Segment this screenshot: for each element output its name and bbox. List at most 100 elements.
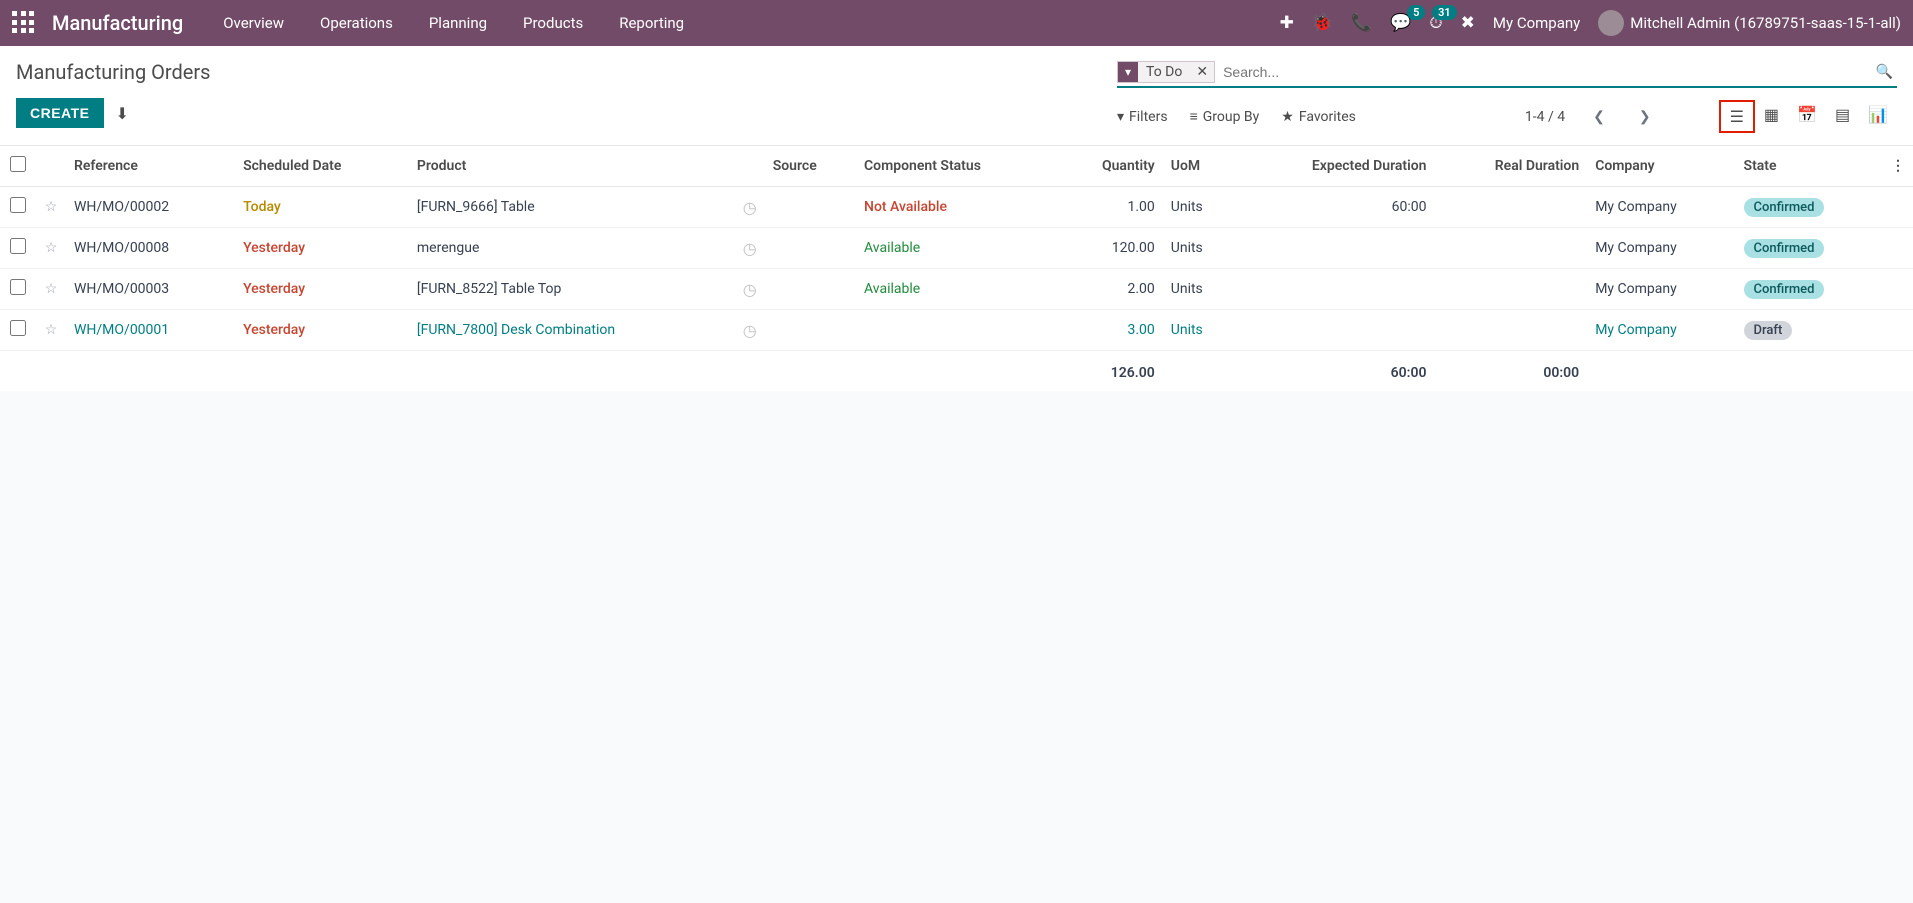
cell-expected [1236,310,1435,351]
chat-badge: 5 [1407,5,1425,20]
view-calendar-icon[interactable]: 📅 [1788,100,1826,133]
col-company[interactable]: Company [1587,146,1735,187]
table-row[interactable]: ☆WH/MO/00003Yesterday[FURN_8522] Table T… [0,269,1913,310]
col-real[interactable]: Real Duration [1434,146,1587,187]
funnel-icon: ▾ [1117,109,1124,125]
plus-icon[interactable]: ✚ [1280,13,1294,33]
view-pivot-icon[interactable]: ▤ [1826,100,1859,133]
cell-expected: 60:00 [1236,187,1435,228]
clock-icon[interactable]: ◷ [743,321,757,340]
cell-reference: WH/MO/00002 [66,187,235,228]
nav-menu-planning[interactable]: Planning [413,6,503,40]
clock-icon[interactable]: ◷ [743,280,757,299]
cell-product: [FURN_9666] Table [409,187,735,228]
view-graph-icon[interactable]: 📊 [1859,100,1897,133]
filters-button[interactable]: ▾Filters [1117,109,1168,125]
cell-expected [1236,228,1435,269]
clock-icon[interactable]: ◷ [743,198,757,217]
user-menu[interactable]: Mitchell Admin (16789751-saas-15-1-all) [1598,10,1901,36]
search-facet-todo[interactable]: ▾ To Do ✕ [1117,61,1215,83]
page-title: Manufacturing Orders [16,60,1117,84]
col-expected[interactable]: Expected Duration [1236,146,1435,187]
list-icon: ≡ [1190,108,1198,125]
favorites-button[interactable]: ★Favorites [1281,109,1356,125]
cell-reference: WH/MO/00008 [66,228,235,269]
tools-icon[interactable]: ✖ [1461,13,1475,33]
cell-quantity: 120.00 [1058,228,1163,269]
chat-icon[interactable]: 💬5 [1390,13,1411,33]
cell-source [765,187,856,228]
search-icon[interactable]: 🔍 [1872,64,1897,80]
nav-menu-overview[interactable]: Overview [207,6,300,40]
col-scheduled[interactable]: Scheduled Date [235,146,409,187]
cell-company: My Company [1587,228,1735,269]
col-options-icon[interactable]: ⋮ [1883,146,1913,187]
star-toggle[interactable]: ☆ [36,310,66,351]
cell-real [1434,187,1587,228]
col-component-status[interactable]: Component Status [856,146,1058,187]
cell-scheduled: Yesterday [235,228,409,269]
cell-scheduled: Today [235,187,409,228]
cell-component-status: Not Available [856,187,1058,228]
clock-icon[interactable]: ◷ [743,239,757,258]
cell-company: My Company [1587,269,1735,310]
cell-source [765,269,856,310]
nav-menu-reporting[interactable]: Reporting [603,6,700,40]
cell-product: [FURN_7800] Desk Combination [409,310,735,351]
cell-real [1434,269,1587,310]
pager-next[interactable]: ❯ [1633,106,1657,128]
table-row[interactable]: ☆WH/MO/00002Today[FURN_9666] Table ◷ Not A… [0,187,1913,228]
create-button[interactable]: CREATE [16,98,104,128]
star-icon: ★ [1281,109,1294,125]
row-checkbox[interactable] [10,279,26,295]
apps-menu-icon[interactable] [12,11,36,35]
cell-source [765,310,856,351]
cell-uom: Units [1163,310,1236,351]
search-input[interactable] [1215,60,1871,84]
star-toggle[interactable]: ☆ [36,269,66,310]
view-list-icon[interactable]: ☰ [1719,100,1755,133]
cell-company: My Company [1587,310,1735,351]
table-row[interactable]: ☆WH/MO/00001Yesterday[FURN_7800] Desk Co… [0,310,1913,351]
cell-quantity: 1.00 [1058,187,1163,228]
state-badge: Confirmed [1744,198,1825,217]
groupby-button[interactable]: ≡Group By [1190,108,1260,125]
download-icon[interactable]: ⬇ [116,104,129,123]
table-row[interactable]: ☆WH/MO/00008Yesterdaymerengue◷Available1… [0,228,1913,269]
pager-prev[interactable]: ❮ [1587,106,1611,128]
view-kanban-icon[interactable]: ▦ [1755,100,1788,133]
row-checkbox[interactable] [10,238,26,254]
col-uom[interactable]: UoM [1163,146,1236,187]
state-badge: Confirmed [1744,239,1825,258]
col-source[interactable]: Source [765,146,856,187]
nav-menu-products[interactable]: Products [507,6,599,40]
activity-badge: 31 [1432,5,1457,20]
cell-component-status [856,310,1058,351]
company-switcher[interactable]: My Company [1493,14,1580,32]
cell-uom: Units [1163,187,1236,228]
cell-company: My Company [1587,187,1735,228]
star-toggle[interactable]: ☆ [36,187,66,228]
bug-icon[interactable]: 🐞 [1312,13,1333,33]
sum-expected: 60:00 [1236,351,1435,392]
col-state[interactable]: State [1736,146,1883,187]
cell-source [765,228,856,269]
activity-icon[interactable]: ⏱31 [1429,13,1442,33]
app-title[interactable]: Manufacturing [52,11,183,35]
col-product[interactable]: Product [409,146,735,187]
pager[interactable]: 1-4 / 4 [1525,109,1565,125]
cell-reference: WH/MO/00001 [66,310,235,351]
row-checkbox[interactable] [10,320,26,336]
select-all-checkbox[interactable] [10,156,26,172]
nav-menu-operations[interactable]: Operations [304,6,409,40]
row-checkbox[interactable] [10,197,26,213]
cell-component-status: Available [856,228,1058,269]
cell-quantity: 2.00 [1058,269,1163,310]
facet-remove[interactable]: ✕ [1190,62,1214,82]
col-quantity[interactable]: Quantity [1058,146,1163,187]
col-reference[interactable]: Reference [66,146,235,187]
cell-quantity: 3.00 [1058,310,1163,351]
cell-component-status: Available [856,269,1058,310]
phone-icon[interactable]: 📞 [1351,13,1372,33]
star-toggle[interactable]: ☆ [36,228,66,269]
